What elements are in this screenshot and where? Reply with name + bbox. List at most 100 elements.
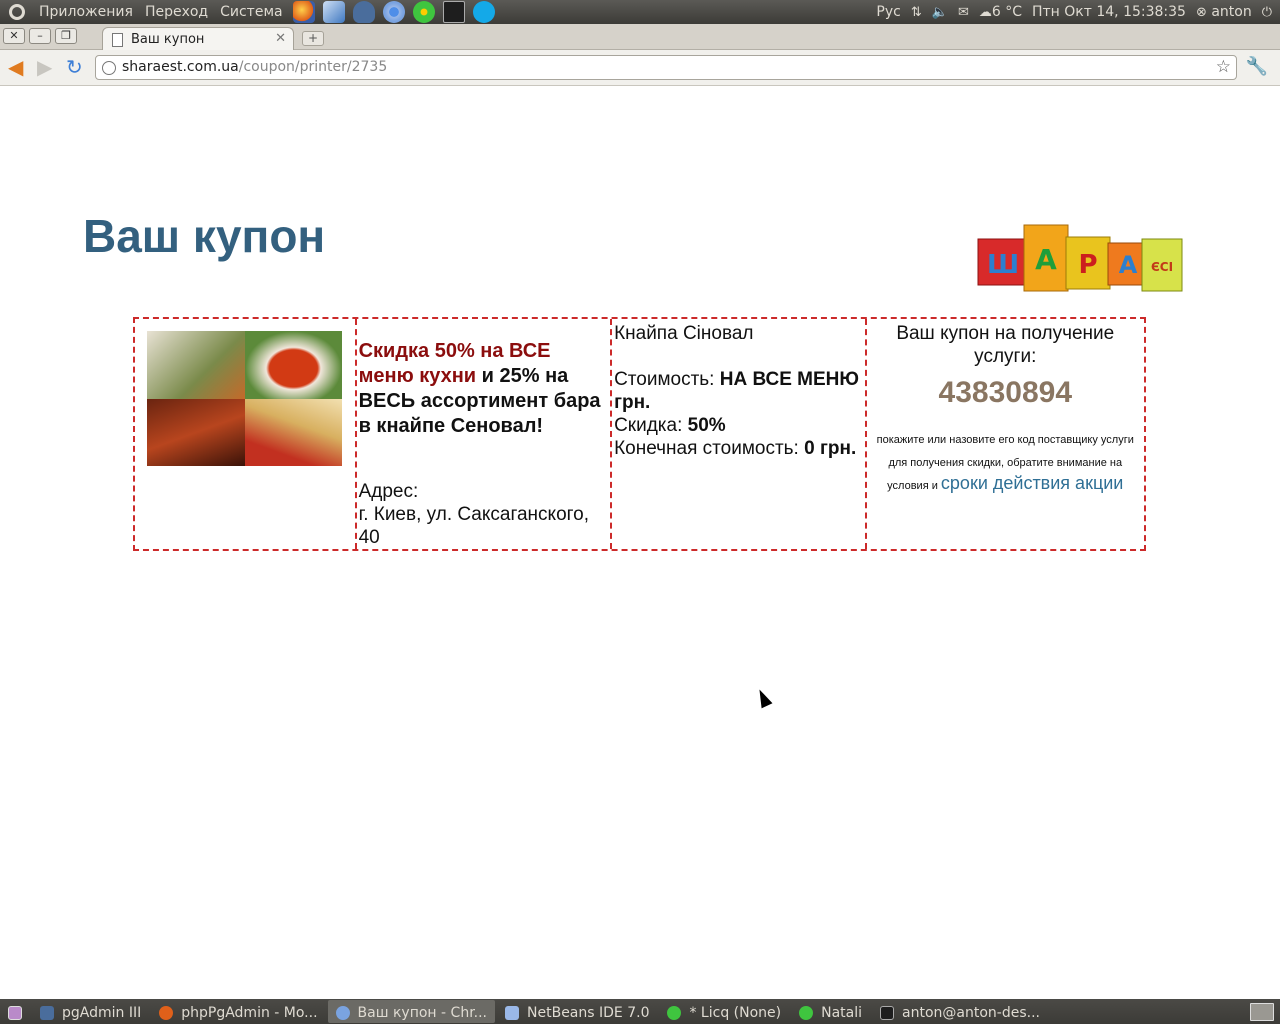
workspace-icon <box>1250 1002 1274 1021</box>
menu-places[interactable]: Переход <box>139 4 214 20</box>
icq-contact-icon <box>799 1006 814 1020</box>
price-label: Стоимость: <box>614 369 720 390</box>
coupon-code: 43830894 <box>938 376 1073 409</box>
coupon-heading: Ваш купон на получение услуги: <box>896 323 1115 367</box>
taskbar-label: anton@anton-des... <box>902 1005 1040 1021</box>
netbeans-icon <box>505 1006 520 1020</box>
food-photo <box>147 331 342 466</box>
pgadmin-icon <box>40 1006 54 1020</box>
weather-icon: ☁ <box>978 5 992 20</box>
offer-cell: Скидка 50% на ВСЕ меню кухни и 25% на ВЕ… <box>357 319 613 549</box>
taskbar-item-chrome[interactable]: Ваш купон - Chr... <box>327 1000 496 1023</box>
address-block: Адрес: г. Киев, ул. Саксаганского, 40 <box>359 480 608 549</box>
mouse-cursor-icon <box>754 686 773 709</box>
user-status-icon: ⊗ <box>1195 5 1207 20</box>
weather-indicator[interactable]: ☁6 °C <box>979 4 1022 20</box>
menu-system[interactable]: Система <box>214 4 288 20</box>
price-cell: Кнайпа Сiновал Стоимость: НА ВСЕ МЕНЮ гр… <box>612 319 867 549</box>
photo-cell <box>135 319 357 549</box>
weather-temp: 6 °C <box>991 4 1022 20</box>
clock[interactable]: Птн Окт 14, 15:38:35 <box>1032 4 1186 20</box>
url-path: /coupon/printer/2735 <box>238 59 388 75</box>
taskbar-label: Ваш купон - Chr... <box>357 1005 488 1021</box>
show-desktop-button[interactable] <box>0 1000 30 1023</box>
coupon-table: Скидка 50% на ВСЕ меню кухни и 25% на ВЕ… <box>133 317 1146 551</box>
window-close-icon[interactable]: ✕ <box>3 28 25 44</box>
final-price-value: 0 грн. <box>804 438 857 459</box>
wrench-icon[interactable]: 🔧 <box>1246 56 1268 77</box>
tab-strip: ✕ – ❐ Ваш купон ✕ + <box>0 24 1280 51</box>
taskbar-item-netbeans[interactable]: NetBeans IDE 7.0 <box>497 1000 657 1023</box>
workspace-switcher[interactable] <box>1246 1000 1278 1023</box>
discount-line: Скидка: 50% <box>614 414 862 437</box>
page-content: Ваш купон Ш А Р А ЄСІ Скидка 50% на ВСЕ … <box>0 87 1280 999</box>
address-value: г. Киев, ул. Саксаганского, 40 <box>358 504 589 548</box>
mail-icon[interactable]: ✉ <box>958 5 969 20</box>
terminal-icon[interactable] <box>442 1 465 23</box>
logo-letter-5: ЄСІ <box>1151 260 1173 274</box>
address-bar[interactable]: sharaest.com.ua/coupon/printer/2735 ☆ <box>95 55 1237 80</box>
volume-icon[interactable]: 🔈 <box>932 5 948 20</box>
final-price-label: Конечная стоимость: <box>614 438 805 459</box>
firefox-icon <box>159 1006 174 1020</box>
discount-label: Скидка: <box>614 415 688 436</box>
coupon-instructions: покажите или назовите его код поставщику… <box>871 426 1140 495</box>
taskbar-item-natali[interactable]: Natali <box>791 1000 870 1023</box>
logo-letter-3: Р <box>1078 250 1097 280</box>
top-panel: Приложения Переход Система Рус ⇅ 🔈 ✉ ☁6 … <box>0 0 1280 24</box>
window-restore-icon[interactable]: ❐ <box>55 28 77 44</box>
terminal-icon <box>880 1006 895 1020</box>
logo-letter-4: А <box>1119 251 1138 279</box>
virtualbox-icon[interactable] <box>322 1 345 23</box>
panel-indicators: Рус ⇅ 🔈 ✉ ☁6 °C Птн Окт 14, 15:38:35 ⊗ a… <box>876 4 1280 20</box>
tab-close-icon[interactable]: ✕ <box>275 31 286 46</box>
sharaest-logo[interactable]: Ш А Р А ЄСІ <box>974 221 1186 301</box>
discount-value: 50% <box>687 415 726 436</box>
power-icon[interactable]: ⏻ <box>1262 5 1272 20</box>
pgadmin-icon[interactable] <box>352 1 375 23</box>
new-tab-button[interactable]: + <box>302 31 324 46</box>
taskbar-label: phpPgAdmin - Mo... <box>181 1005 318 1021</box>
tab-title: Ваш купон <box>131 32 205 47</box>
page-title: Ваш купон <box>83 210 326 262</box>
taskbar-item-pgadmin[interactable]: pgAdmin III <box>32 1000 149 1023</box>
network-icon[interactable]: ⇅ <box>911 5 922 20</box>
back-arrow-icon[interactable]: ◀ <box>8 56 23 78</box>
window-minimize-icon[interactable]: – <box>29 28 51 44</box>
address-label: Адрес: <box>358 481 419 502</box>
user-name: anton <box>1211 4 1252 20</box>
taskbar-label: pgAdmin III <box>62 1005 142 1021</box>
price-line: Стоимость: НА ВСЕ МЕНЮ грн. <box>614 368 862 414</box>
final-price-line: Конечная стоимость: 0 грн. <box>614 437 862 460</box>
venue-name: Кнайпа Сiновал <box>614 323 754 344</box>
ubuntu-logo-icon[interactable] <box>9 4 25 20</box>
taskbar-label: * Licq (None) <box>689 1005 782 1021</box>
firefox-icon[interactable] <box>292 1 315 23</box>
user-menu[interactable]: ⊗ anton <box>1196 4 1252 20</box>
skype-icon[interactable] <box>472 1 495 23</box>
terms-link[interactable]: сроки действия акции <box>941 473 1123 493</box>
globe-icon <box>102 61 116 75</box>
chromium-icon[interactable] <box>382 1 405 23</box>
menu-applications[interactable]: Приложения <box>33 4 139 20</box>
licq-icon <box>667 1006 682 1020</box>
forward-arrow-icon[interactable]: ▶ <box>37 56 52 78</box>
logo-letter-1: Ш <box>987 250 1019 280</box>
bookmark-star-icon[interactable]: ☆ <box>1216 57 1231 77</box>
taskbar-item-phppgadmin[interactable]: phpPgAdmin - Mo... <box>151 1000 325 1023</box>
page-icon <box>112 33 123 47</box>
icq-icon[interactable] <box>412 1 435 23</box>
taskbar-item-terminal[interactable]: anton@anton-des... <box>872 1000 1048 1023</box>
coupon-code-cell: Ваш купон на получение услуги: 43830894 … <box>867 319 1144 549</box>
taskbar-item-licq[interactable]: * Licq (None) <box>659 1000 789 1023</box>
browser-toolbar: ◀ ▶ ↻ sharaest.com.ua/coupon/printer/273… <box>0 50 1280 86</box>
tab-coupon[interactable]: Ваш купон ✕ <box>102 27 294 51</box>
chromium-icon <box>335 1006 350 1020</box>
keyboard-layout[interactable]: Рус <box>876 4 900 20</box>
reload-icon[interactable]: ↻ <box>66 56 83 78</box>
logo-letter-2: А <box>1035 243 1057 276</box>
taskbar-label: Natali <box>821 1005 863 1021</box>
taskbar-label: NetBeans IDE 7.0 <box>527 1005 650 1021</box>
offer-headline: Скидка 50% на ВСЕ меню кухни и 25% на ВЕ… <box>359 339 608 439</box>
show-desktop-icon <box>8 1006 22 1020</box>
